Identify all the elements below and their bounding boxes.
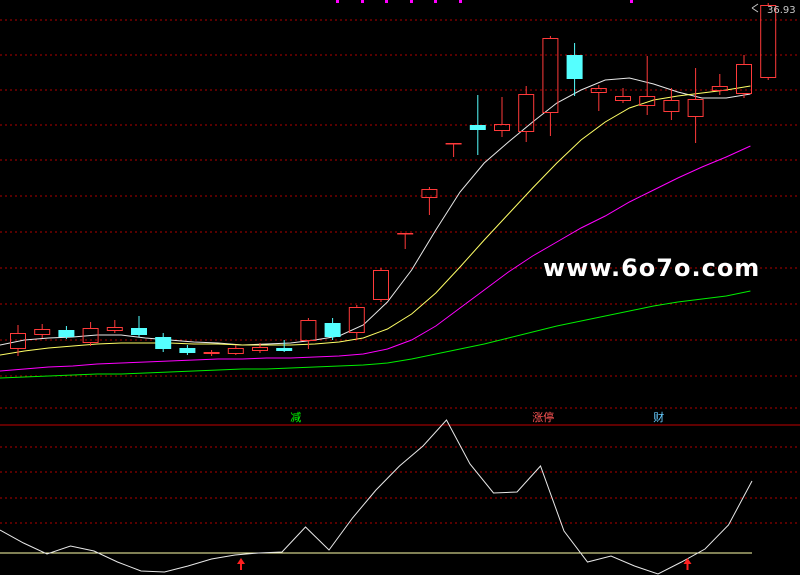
stock-chart: 减 涨停 财 36.93 www.6o7o.com xyxy=(0,0,800,575)
axis-tick-5 xyxy=(459,0,462,3)
buy-arrow-0 xyxy=(237,558,245,570)
candle-14 xyxy=(348,305,365,340)
candle-27 xyxy=(663,88,680,120)
price-label: 36.93 xyxy=(767,5,796,16)
axis-tick-2 xyxy=(385,0,388,3)
axis-tick-4 xyxy=(434,0,437,3)
candle-11 xyxy=(276,340,293,352)
candle-28 xyxy=(687,68,704,143)
candle-17 xyxy=(421,187,438,215)
candlestick-series xyxy=(10,3,777,356)
axis-tick-1 xyxy=(361,0,364,3)
candle-26 xyxy=(639,56,656,115)
axis-tick-6 xyxy=(630,0,633,3)
candle-6 xyxy=(155,333,172,352)
candle-9 xyxy=(227,345,244,355)
candle-18 xyxy=(445,143,462,157)
candle-30 xyxy=(736,55,752,98)
candle-24 xyxy=(590,85,607,111)
annotation-2: 财 xyxy=(653,410,664,424)
watermark: www.6o7o.com xyxy=(543,254,760,282)
ma-line-0 xyxy=(0,77,751,346)
candle-1 xyxy=(34,324,51,338)
candle-15 xyxy=(373,268,389,302)
event-annotations: 减 涨停 财 xyxy=(290,410,664,424)
axis-tick-0 xyxy=(336,0,339,3)
candle-23 xyxy=(566,43,583,96)
candle-21 xyxy=(518,86,535,142)
annotation-0: 减 xyxy=(290,411,301,424)
candle-7 xyxy=(179,345,196,355)
candle-5 xyxy=(131,316,147,337)
candle-20 xyxy=(494,97,510,137)
axis-tick-3 xyxy=(410,0,413,3)
candle-25 xyxy=(615,88,631,103)
ma-line-1 xyxy=(0,85,751,356)
annotation-1: 涨停 xyxy=(532,410,554,424)
indicator-panel xyxy=(0,419,753,575)
candle-19 xyxy=(469,95,486,155)
price-marker-icon xyxy=(751,3,759,13)
candle-13 xyxy=(324,318,341,340)
candle-22 xyxy=(542,36,559,136)
indicator-line xyxy=(0,419,753,575)
moving-average-lines xyxy=(0,77,751,379)
top-axis-ticks xyxy=(336,0,633,3)
candle-8 xyxy=(203,350,220,356)
candle-3 xyxy=(82,322,99,346)
candle-16 xyxy=(397,233,414,249)
candle-4 xyxy=(106,320,123,333)
